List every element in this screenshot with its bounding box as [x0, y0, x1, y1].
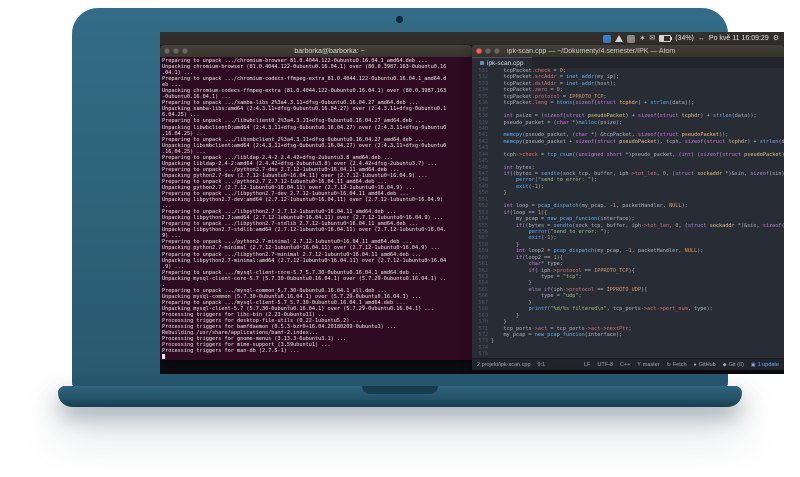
terminal-cursor: [162, 354, 165, 360]
atom-title: ipk-scan.cpp — ~/Dokumenty/4.semester/IP…: [507, 47, 676, 55]
cpp-file-icon: [480, 61, 484, 65]
atom-titlebar[interactable]: ipk-scan.cpp — ~/Dokumenty/4.semester/IP…: [472, 45, 784, 57]
code-line: 575: [472, 351, 784, 357]
terminal-line: Unpacking libpython2.7-dev:amd64 (2.7.12…: [162, 197, 444, 204]
github-icon: ●: [693, 361, 697, 368]
laptop-mockup: ∗ ✉ (34%) ↔ Po kvě 11 16:09:29 ⚙ barbork…: [0, 0, 800, 477]
terminal-titlebar[interactable]: barborka@barborka: ~: [160, 45, 472, 57]
atom-status-bar: 2.projekt/ipk-scan.cpp 9:1 LF UTF-8 C++ …: [472, 358, 784, 370]
terminal-close-button[interactable]: [164, 48, 170, 54]
atom-maximize-button[interactable]: [494, 48, 500, 54]
atom-window: ipk-scan.cpp — ~/Dokumenty/4.semester/IP…: [472, 45, 784, 370]
terminal-line: Unpacking chromium-browser (81.0.4044.12…: [162, 64, 447, 71]
mail-icon[interactable]: ✉: [649, 34, 655, 43]
terminal-window: barborka@barborka: ~ Preparing to unpack…: [160, 45, 472, 360]
webcam-icon: [396, 16, 403, 23]
atom-minimize-button[interactable]: [485, 48, 491, 54]
terminal-output[interactable]: Preparing to unpack .../chromium-browser…: [160, 57, 472, 360]
code-editor[interactable]: 531 tcpPacket.check = 0; 532 tcpPacket.sr…: [472, 68, 784, 358]
terminal-line: Unpacking libwbclient0:amd64 (2:4.3.11+d…: [162, 124, 447, 131]
laptop-base: [58, 386, 742, 407]
update-icon: ▣: [750, 361, 756, 368]
git-icon: ◆: [722, 361, 727, 368]
atom-close-button[interactable]: [476, 48, 482, 54]
session-gear-icon[interactable]: ⚙: [773, 34, 779, 43]
battery-icon[interactable]: [659, 35, 673, 42]
sound-icon[interactable]: ↔: [698, 34, 705, 43]
status-encoding[interactable]: UTF-8: [597, 362, 613, 368]
terminal-title: barborka@barborka: ~: [294, 47, 365, 55]
status-cursor-position[interactable]: 9:1: [538, 362, 546, 368]
status-fetch[interactable]: ↻ Fetch: [667, 362, 687, 368]
terminal-cursor-line: [162, 354, 472, 360]
status-update-badge[interactable]: ▣ 1 update: [751, 362, 779, 368]
bluetooth-icon[interactable]: ∗: [639, 34, 645, 43]
laptop-lid-notch: [362, 386, 438, 394]
laptop-screen-bezel: ∗ ✉ (34%) ↔ Po kvě 11 16:09:29 ⚙ barbork…: [72, 8, 784, 388]
terminal-maximize-button[interactable]: [182, 48, 188, 54]
input-method-icon[interactable]: [603, 34, 612, 43]
branch-icon: Y: [637, 361, 641, 368]
terminal-line: Unpacking mysql-client-core-5.7 (5.7.30-…: [162, 275, 447, 282]
terminal-line: Unpacking libsmbclient:amd64 (2:4.3.11+d…: [162, 142, 447, 149]
terminal-line: Unpacking python2.7-minimal (2.7.12-1ubu…: [162, 245, 440, 252]
line-number: 575: [478, 351, 488, 358]
terminal-line: Unpacking libldap-2.4-2:amd64 (2.4.42+df…: [162, 160, 437, 167]
ubuntu-desktop: ∗ ✉ (34%) ↔ Po kvě 11 16:09:29 ⚙ barbork…: [160, 32, 784, 374]
keyboard-layout-icon[interactable]: [627, 34, 636, 43]
atom-tab-bar: ipk-scan.cpp: [472, 57, 784, 68]
status-line-ending[interactable]: LF: [584, 362, 590, 368]
status-git-branch[interactable]: Y master: [637, 362, 659, 368]
status-github[interactable]: ● GitHub: [694, 362, 716, 368]
system-top-bar: ∗ ✉ (34%) ↔ Po kvě 11 16:09:29 ⚙: [160, 32, 784, 45]
terminal-line: Preparing to unpack .../chromium-codecs-…: [162, 76, 447, 83]
status-file-path[interactable]: 2.projekt/ipk-scan.cpp: [477, 362, 531, 368]
wifi-icon[interactable]: [615, 35, 624, 42]
terminal-line: Unpacking libpython2.7-minimal:amd64 (2.…: [162, 257, 447, 264]
terminal-minimize-button[interactable]: [173, 48, 179, 54]
tab-ipk-scan[interactable]: ipk-scan.cpp: [472, 57, 532, 68]
terminal-line: Unpacking samba-libs:amd64 (2:4.3.11+dfs…: [162, 106, 447, 113]
fetch-icon: ↻: [666, 361, 671, 368]
status-git-changes[interactable]: ◆ Git (0): [723, 362, 744, 368]
tab-label: ipk-scan.cpp: [487, 59, 524, 67]
battery-percentage: (34%): [675, 35, 694, 42]
terminal-line: Unpacking libpython2.7-stdlib:amd64 (2.7…: [162, 227, 447, 234]
clock[interactable]: Po kvě 11 16:09:29: [709, 35, 769, 42]
status-syntax[interactable]: C++: [620, 362, 630, 368]
